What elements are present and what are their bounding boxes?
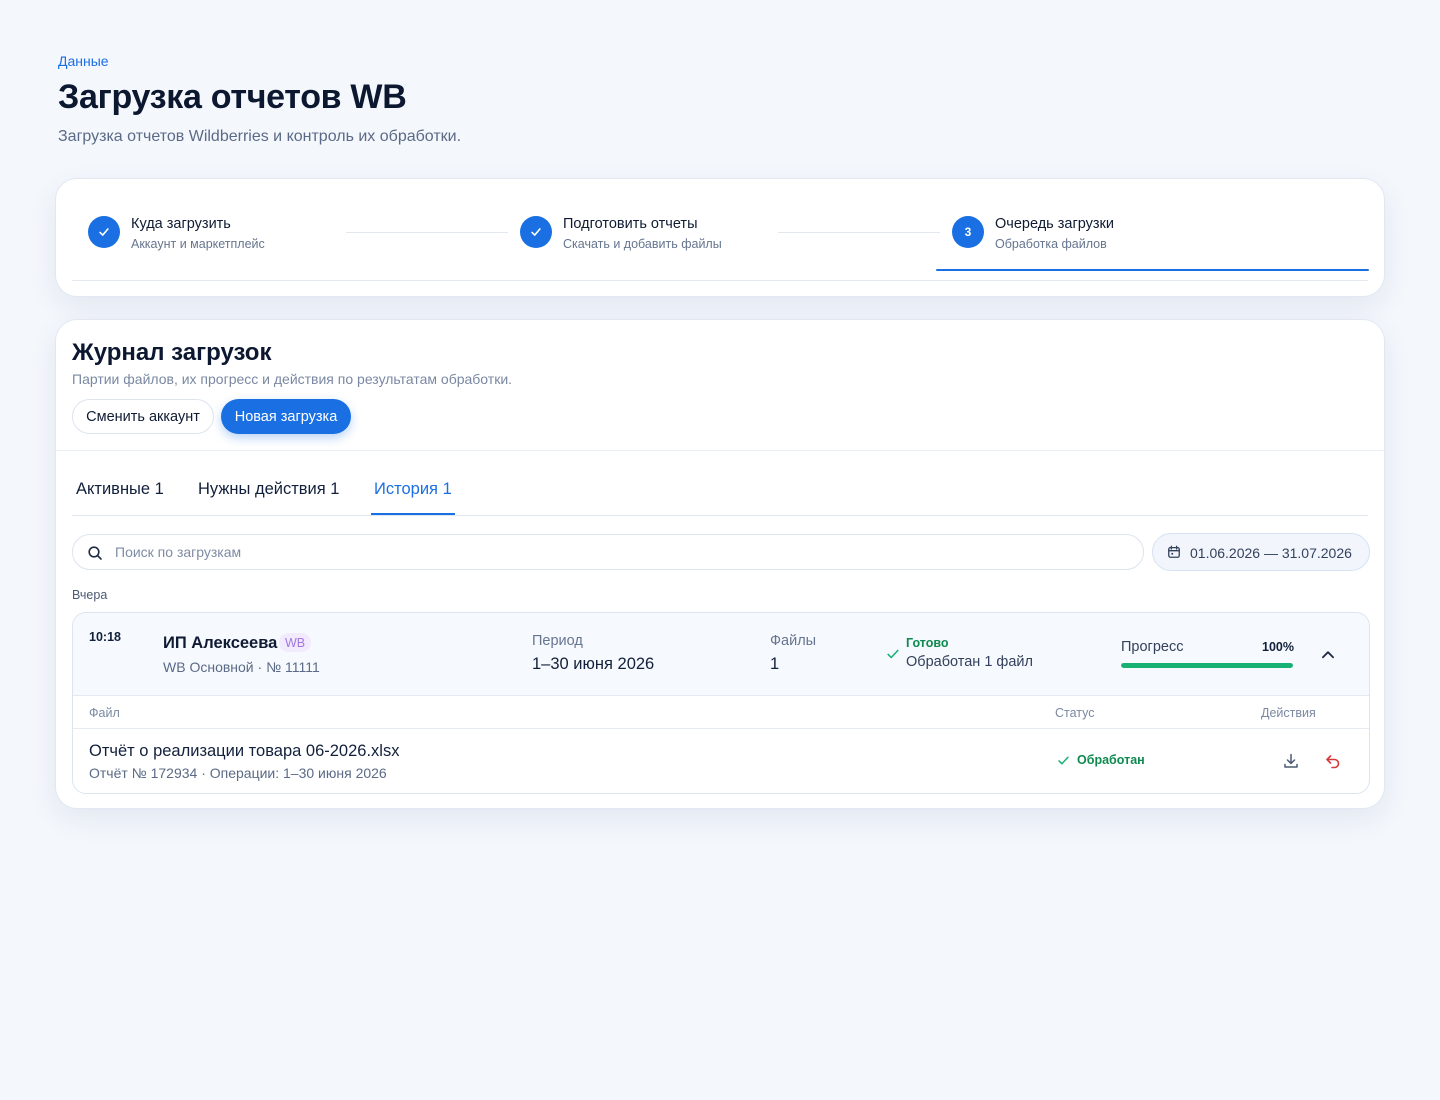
step-subtitle: Аккаунт и маркетплейс (131, 237, 265, 251)
group-label: Вчера (72, 588, 108, 602)
new-upload-button[interactable]: Новая загрузка (221, 399, 351, 434)
progress-percent: 100% (1262, 640, 1294, 654)
batch-status-description: Обработан 1 файл (906, 654, 1033, 670)
step-destination[interactable]: Куда загрузить Аккаунт и маркетплейс (88, 216, 348, 256)
calendar-icon (1168, 545, 1180, 558)
date-range-label: 01.06.2026 — 31.07.2026 (1190, 545, 1352, 561)
file-name: Отчёт о реализации товара 06-2026.xlsx (89, 742, 400, 760)
undo-icon[interactable] (1324, 752, 1342, 770)
date-range-picker[interactable]: 01.06.2026 — 31.07.2026 (1152, 533, 1370, 571)
upload-journal-card: Журнал загрузок Партии файлов, их прогре… (55, 319, 1385, 809)
step-queue[interactable]: 3 Очередь загрузки Обработка файлов (952, 216, 1212, 256)
batch-status-title: Готово (906, 636, 949, 650)
active-step-indicator (936, 269, 1369, 271)
journal-subtitle: Партии файлов, их прогресс и действия по… (72, 371, 513, 387)
files-count: 1 (770, 655, 780, 673)
files-label: Файлы (770, 633, 817, 649)
progress-bar-fill (1121, 663, 1293, 668)
search-input[interactable] (115, 535, 1115, 569)
tabs-divider (72, 515, 1368, 516)
batch-header[interactable]: 10:18 ИП Алексеева WB WB Основной · № 11… (73, 613, 1369, 696)
active-tab-indicator (371, 513, 455, 515)
page-title: Загрузка отчетов WB (58, 78, 407, 116)
step-connector (346, 232, 508, 233)
search-box (72, 534, 1144, 570)
batch-seller-name: ИП Алексеева (163, 634, 278, 652)
tab-active[interactable]: Активные 1 (76, 480, 164, 499)
batch-time: 10:18 (89, 630, 121, 644)
upload-batch: 10:18 ИП Алексеева WB WB Основной · № 11… (72, 612, 1370, 794)
tab-needs-action[interactable]: Нужны действия 1 (198, 480, 339, 499)
step-connector (778, 232, 940, 233)
page-subtitle: Загрузка отчетов Wildberries и контроль … (58, 128, 462, 145)
files-table-header: Файл Статус Действия (73, 696, 1369, 729)
download-icon[interactable] (1282, 752, 1300, 770)
column-header-file: Файл (89, 706, 120, 720)
file-meta: Отчёт № 172934 · Операции: 1–30 июня 202… (89, 765, 387, 781)
batch-account: WB Основной · № 11111 (163, 659, 320, 675)
chevron-up-icon[interactable] (1319, 646, 1337, 664)
check-icon (887, 649, 899, 659)
progress-bar (1121, 663, 1293, 668)
column-header-status: Статус (1055, 706, 1095, 720)
column-header-actions: Действия (1261, 706, 1316, 720)
marketplace-badge: WB (279, 633, 312, 652)
step-done-indicator (520, 216, 552, 248)
check-icon (531, 228, 541, 236)
check-icon (99, 228, 109, 236)
journal-title: Журнал загрузок (72, 339, 272, 366)
step-title: Подготовить отчеты (563, 216, 698, 232)
period-label: Период (532, 633, 583, 649)
stepper-divider (72, 280, 1368, 281)
step-title: Куда загрузить (131, 216, 231, 232)
page: Данные Загрузка отчетов WB Загрузка отче… (0, 0, 1440, 1100)
step-subtitle: Обработка файлов (995, 237, 1107, 251)
step-subtitle: Скачать и добавить файлы (563, 237, 722, 251)
search-icon (88, 546, 102, 560)
switch-account-button[interactable]: Сменить аккаунт (72, 399, 214, 434)
period-value: 1–30 июня 2026 (532, 655, 655, 673)
breadcrumb[interactable]: Данные (58, 53, 109, 69)
progress-label: Прогресс (1121, 639, 1184, 655)
check-icon (1058, 756, 1069, 765)
step-number: 3 (952, 216, 984, 248)
step-prepare[interactable]: Подготовить отчеты Скачать и добавить фа… (520, 216, 780, 256)
divider (56, 450, 1384, 451)
step-title: Очередь загрузки (995, 216, 1114, 232)
tab-history[interactable]: История 1 (374, 480, 452, 499)
stepper-card: Куда загрузить Аккаунт и маркетплейс Под… (55, 178, 1385, 297)
file-status: Обработан (1077, 753, 1145, 767)
step-done-indicator (88, 216, 120, 248)
